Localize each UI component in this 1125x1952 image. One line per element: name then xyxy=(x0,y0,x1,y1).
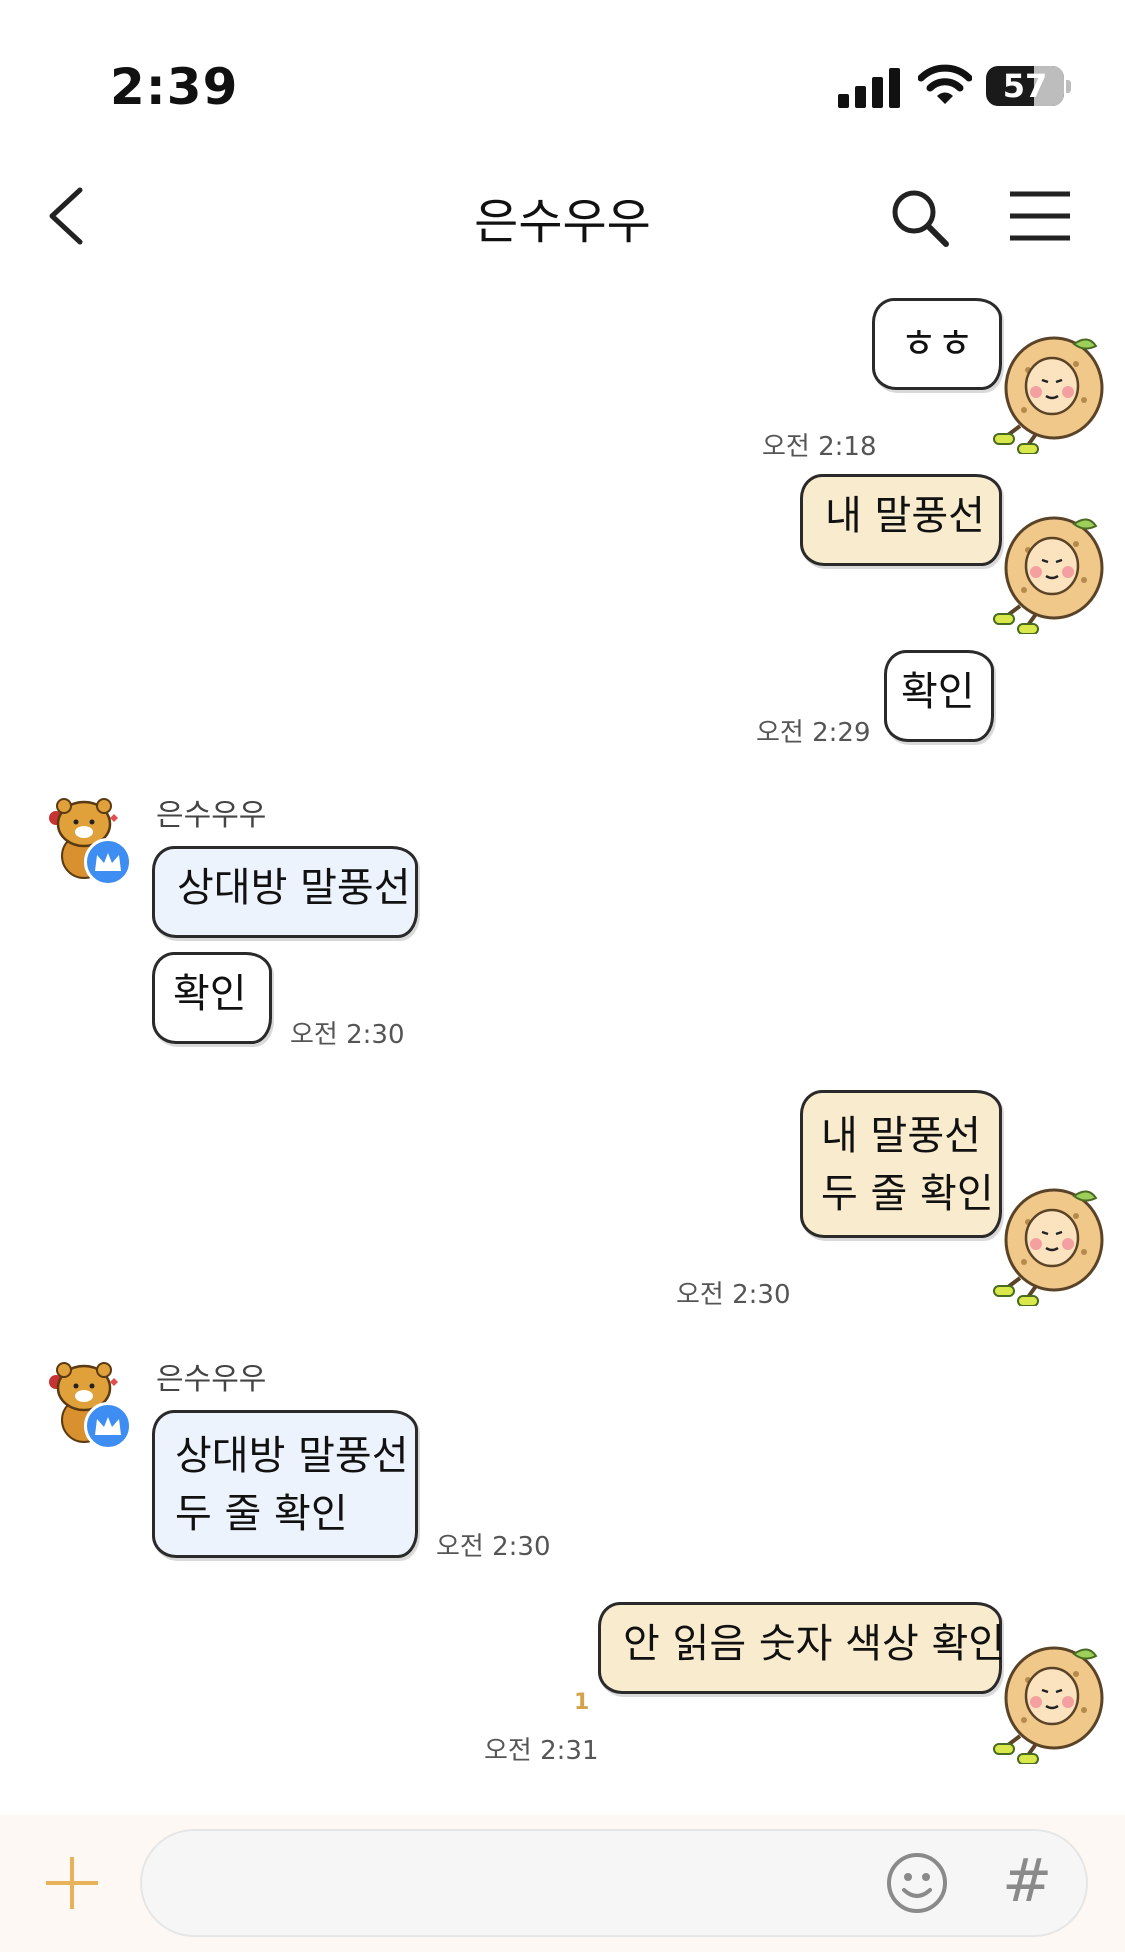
my-message-bubble[interactable]: 내 말풍선 xyxy=(800,474,1002,566)
battery-indicator: 57 xyxy=(986,66,1064,106)
plus-icon[interactable] xyxy=(44,1855,100,1911)
unread-count: 1 xyxy=(574,1690,590,1715)
friend-message-bubble[interactable]: 상대방 말풍선 xyxy=(152,846,418,938)
wifi-icon xyxy=(918,64,972,104)
sender-name: 은수우우 xyxy=(156,798,267,833)
message-text: ㅎㅎ xyxy=(900,321,974,367)
cellular-signal-icon xyxy=(838,68,900,108)
crown-icon xyxy=(84,1402,132,1450)
sender-name: 은수우우 xyxy=(156,1362,267,1397)
message-text-line: 내 말풍선 xyxy=(821,1113,981,1159)
message-text-line: 두 줄 확인 xyxy=(821,1171,994,1217)
message-timestamp: 오전 2:30 xyxy=(676,1280,791,1310)
message-text-line: 두 줄 확인 xyxy=(175,1491,348,1537)
citrus-character-sticker xyxy=(992,1188,1104,1306)
my-message-bubble[interactable]: ㅎㅎ xyxy=(872,298,1002,390)
my-message-bubble[interactable]: 안 읽음 숫자 색상 확인 xyxy=(598,1602,1006,1694)
battery-cap xyxy=(1066,80,1071,93)
battery-level: 57 xyxy=(1002,67,1048,105)
hashtag-icon[interactable]: # xyxy=(1002,1846,1052,1916)
citrus-character-sticker xyxy=(992,1646,1104,1764)
friend-message-bubble[interactable]: 상대방 말풍선 두 줄 확인 xyxy=(152,1410,418,1558)
message-timestamp: 오전 2:31 xyxy=(484,1736,599,1766)
message-text: 내 말풍선 xyxy=(825,493,985,539)
message-timestamp: 오전 2:30 xyxy=(436,1532,551,1562)
message-text: 확인 xyxy=(901,669,975,715)
my-message-bubble[interactable]: 내 말풍선 두 줄 확인 xyxy=(800,1090,1002,1238)
message-text: 안 읽음 숫자 색상 확인 xyxy=(623,1621,1006,1667)
citrus-character-sticker xyxy=(992,516,1104,634)
my-message-bubble[interactable]: 확인 xyxy=(884,650,994,742)
emoji-icon[interactable] xyxy=(886,1852,948,1914)
message-timestamp: 오전 2:29 xyxy=(756,718,871,748)
chat-title: 은수우우 xyxy=(474,194,651,250)
message-text-line: 상대방 말풍선 xyxy=(175,1433,409,1479)
message-text: 상대방 말풍선 xyxy=(177,865,411,911)
friend-message-bubble[interactable]: 확인 xyxy=(152,952,272,1044)
message-text: 확인 xyxy=(173,971,247,1017)
message-timestamp: 오전 2:18 xyxy=(762,432,877,462)
message-timestamp: 오전 2:30 xyxy=(290,1020,405,1050)
status-time: 2:39 xyxy=(110,58,239,116)
search-icon[interactable] xyxy=(888,186,952,250)
crown-icon xyxy=(84,838,132,886)
citrus-character-sticker xyxy=(992,336,1104,454)
menu-icon[interactable] xyxy=(1008,190,1072,242)
